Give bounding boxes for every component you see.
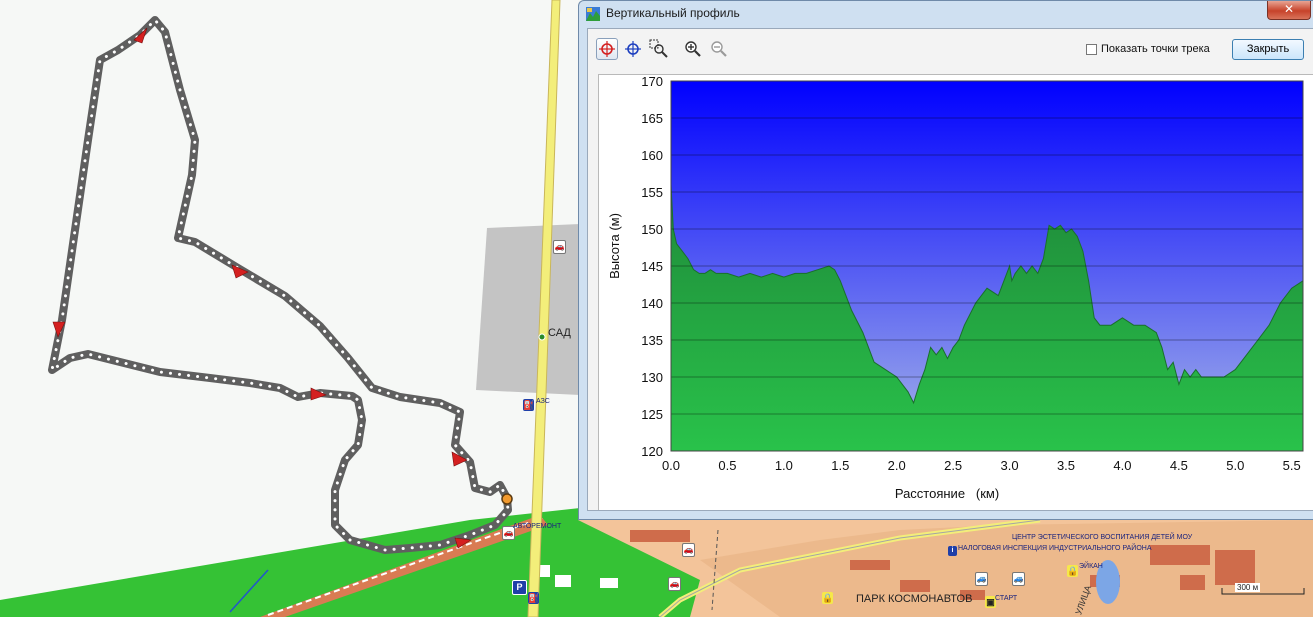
- car-icon[interactable]: 🚙: [1012, 572, 1025, 586]
- window-title: Вертикальный профиль: [606, 6, 740, 20]
- y-tick-label: 170: [641, 75, 663, 89]
- track-start-marker: [501, 493, 513, 505]
- map-label-start: СТАРТ: [995, 595, 1018, 602]
- x-tick-label: 5.5: [1283, 458, 1301, 473]
- x-tick-label: 3.0: [1001, 458, 1019, 473]
- car-service-icon[interactable]: 🚗: [668, 577, 681, 591]
- y-tick-label: 150: [641, 222, 663, 237]
- map-label-park: ПАРК КОСМОНАВТОВ: [856, 593, 973, 605]
- zoom-in-icon[interactable]: [682, 38, 704, 60]
- y-axis-label: Высота (м): [607, 213, 622, 279]
- shop-icon[interactable]: 🔒: [822, 592, 833, 604]
- show-track-points-checkbox[interactable]: Показать точки трека: [1086, 43, 1210, 55]
- x-tick-label: 0.0: [662, 458, 680, 473]
- y-tick-label: 160: [641, 148, 663, 163]
- zoom-out-icon[interactable]: [708, 38, 730, 60]
- select-point-icon[interactable]: [596, 38, 618, 60]
- y-tick-label: 135: [641, 333, 663, 348]
- map-label-avtoremont: АВТОРЕМОНТ: [513, 523, 562, 530]
- sad-marker: [538, 333, 546, 341]
- window-close-button[interactable]: ✕: [1267, 1, 1311, 20]
- vertical-profile-window[interactable]: Вертикальный профиль ✕ Показать точки тр…: [578, 0, 1313, 520]
- x-axis-label: Расстояние (км): [895, 486, 999, 501]
- zoom-rect-icon[interactable]: [648, 38, 670, 60]
- window-client: Показать точки трека Закрыть 120 125 130 13…: [587, 28, 1313, 511]
- map-label-azs: АЗС: [536, 398, 550, 405]
- y-tick-label: 155: [641, 185, 663, 200]
- x-tick-label: 3.5: [1057, 458, 1075, 473]
- app-icon: [586, 7, 600, 21]
- x-tick-label: 4.0: [1113, 458, 1131, 473]
- car-service-icon[interactable]: 🚗: [553, 240, 566, 254]
- window-titlebar[interactable]: Вертикальный профиль ✕: [579, 1, 1313, 27]
- info-icon[interactable]: i: [948, 546, 957, 556]
- close-button[interactable]: Закрыть: [1232, 39, 1304, 60]
- map-label-tax: НАЛОГОВАЯ ИНСПЕКЦИЯ ИНДУСТРИАЛЬНОГО РАЙО…: [958, 545, 1152, 552]
- x-tick-label: 1.0: [775, 458, 793, 473]
- x-tick-label: 4.5: [1170, 458, 1188, 473]
- parking-icon[interactable]: P: [512, 580, 527, 595]
- x-tick-label: 2.5: [944, 458, 962, 473]
- y-tick-label: 125: [641, 407, 663, 422]
- y-tick-label: 140: [641, 296, 663, 311]
- car-service-icon[interactable]: 🚗: [682, 543, 695, 557]
- elevation-chart[interactable]: 120 125 130 135 140 145 150 155 160 165 170 0.0 0.5 1…: [599, 75, 1313, 510]
- x-tick-label: 0.5: [718, 458, 736, 473]
- y-tick-label: 165: [641, 111, 663, 126]
- x-tick-label: 5.0: [1226, 458, 1244, 473]
- map-label-eikan: ЭЙКАН: [1079, 563, 1103, 570]
- x-tick-label: 1.5: [831, 458, 849, 473]
- map-label-center: ЦЕНТР ЭСТЕТИЧЕСКОГО ВОСПИТАНИЯ ДЕТЕЙ МОУ: [1012, 534, 1193, 541]
- y-tick-label: 145: [641, 259, 663, 274]
- y-tick-label: 130: [641, 370, 663, 385]
- crosshair-icon[interactable]: [622, 38, 644, 60]
- toolbar: Показать точки трека Закрыть: [588, 29, 1313, 71]
- shop-icon[interactable]: 🔒: [1067, 565, 1078, 577]
- fuel-station-icon[interactable]: ⛽: [523, 399, 534, 411]
- y-tick-label: 120: [641, 444, 663, 459]
- x-tick-label: 2.0: [888, 458, 906, 473]
- map-label-sad: САД: [548, 327, 571, 339]
- checkbox-box[interactable]: [1086, 43, 1097, 55]
- show-track-points-label: Показать точки трека: [1101, 43, 1210, 55]
- elevation-chart-panel[interactable]: 120 125 130 135 140 145 150 155 160 165 170 0.0 0.5 1…: [598, 74, 1313, 510]
- car-icon[interactable]: 🚙: [975, 572, 988, 586]
- fuel-station-icon[interactable]: ⛽: [528, 592, 539, 604]
- scale-label: 300 м: [1235, 583, 1261, 592]
